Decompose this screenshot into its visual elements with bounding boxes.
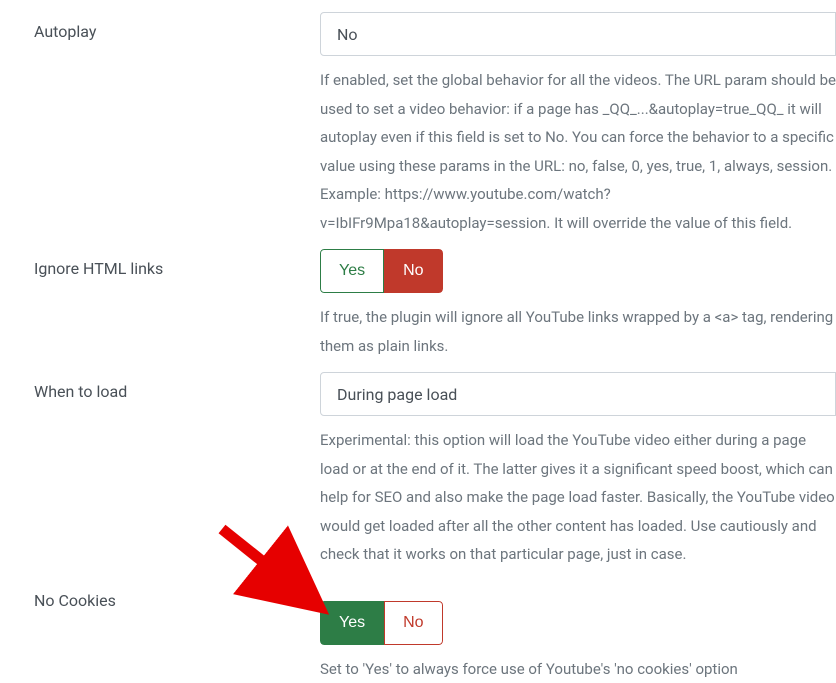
no-cookies-help: Set to 'Yes' to always force use of Yout… bbox=[320, 655, 836, 683]
no-cookies-label: No Cookies bbox=[0, 581, 320, 610]
autoplay-help: If enabled, set the global behavior for … bbox=[320, 66, 836, 237]
autoplay-select[interactable]: No bbox=[320, 12, 836, 56]
when-to-load-label: When to load bbox=[0, 372, 320, 401]
ignore-links-yes-button[interactable]: Yes bbox=[320, 249, 384, 293]
ignore-links-toggle: Yes No bbox=[320, 249, 443, 293]
ignore-links-help: If true, the plugin will ignore all YouT… bbox=[320, 303, 836, 360]
no-cookies-no-button[interactable]: No bbox=[384, 601, 442, 645]
ignore-links-label: Ignore HTML links bbox=[0, 249, 320, 278]
ignore-links-no-button[interactable]: No bbox=[384, 249, 442, 293]
no-cookies-yes-button[interactable]: Yes bbox=[320, 601, 384, 645]
autoplay-label: Autoplay bbox=[0, 12, 320, 41]
no-cookies-toggle: Yes No bbox=[320, 601, 443, 645]
when-to-load-select[interactable]: During page load bbox=[320, 372, 836, 416]
when-to-load-help: Experimental: this option will load the … bbox=[320, 426, 836, 569]
